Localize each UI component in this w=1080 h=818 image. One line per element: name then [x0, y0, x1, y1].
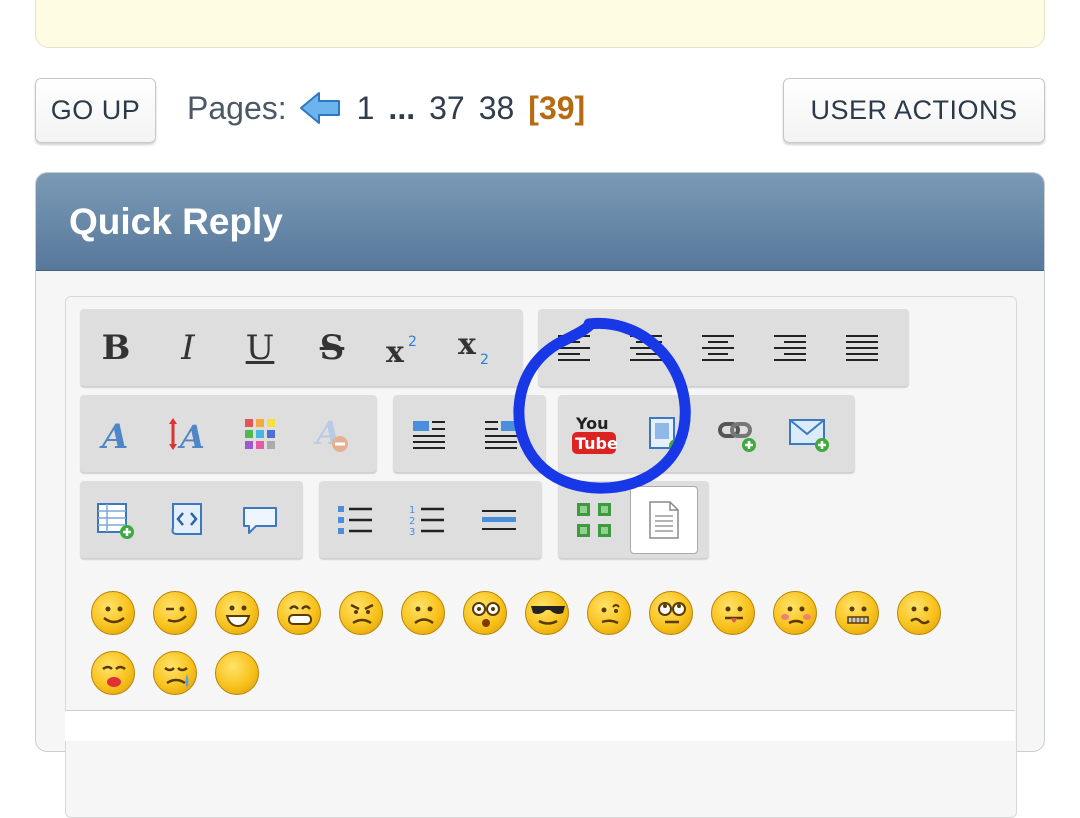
- pages-label: Pages:: [187, 89, 287, 126]
- remove-format-button[interactable]: A: [296, 398, 368, 470]
- message-textarea[interactable]: [65, 710, 1015, 741]
- font-size-button[interactable]: A: [152, 398, 224, 470]
- align-right-icon: [774, 334, 806, 361]
- page-ellipsis: ...: [388, 89, 416, 126]
- document-icon: [649, 500, 679, 539]
- notice-box: [35, 0, 1045, 48]
- insert-link-icon: [718, 421, 756, 452]
- bold-button[interactable]: B: [80, 312, 152, 384]
- smiley-lipsrsealed-icon[interactable]: [835, 591, 879, 635]
- smiley-cry-icon[interactable]: [153, 651, 197, 695]
- page-link-38[interactable]: 38: [479, 90, 515, 127]
- svg-text:3: 3: [409, 527, 415, 537]
- superscript-button[interactable]: x2: [368, 312, 440, 384]
- font-size-icon: A: [169, 417, 205, 452]
- current-page: [39]: [528, 89, 586, 126]
- smiley-undecided-icon[interactable]: [897, 591, 941, 635]
- smiley-grin-icon[interactable]: [277, 591, 321, 635]
- insert-quote-icon: [243, 506, 277, 534]
- smiley-rolleyes-icon[interactable]: [649, 591, 693, 635]
- font-face-icon: A: [99, 417, 128, 452]
- italic-button[interactable]: I: [152, 312, 224, 384]
- remove-format-icon: A: [313, 414, 348, 452]
- insert-code-icon: [171, 502, 202, 535]
- insert-quote-button[interactable]: [224, 484, 296, 556]
- quick-reply-title: Quick Reply: [36, 173, 1044, 271]
- subscript-button[interactable]: x2: [440, 312, 512, 384]
- underline-button[interactable]: U: [224, 312, 296, 384]
- annotation-circle-icon: [513, 317, 691, 494]
- font-face-button[interactable]: A: [80, 398, 152, 470]
- svg-text:x: x: [458, 330, 477, 362]
- go-up-button[interactable]: GO UP: [35, 78, 156, 143]
- align-center-icon: [702, 334, 734, 361]
- smiley-cool-icon[interactable]: [525, 591, 569, 635]
- smiley-shocked-icon[interactable]: [463, 591, 507, 635]
- smiley-cheesy-icon[interactable]: [215, 591, 259, 635]
- toggle-preview-icon: [577, 502, 611, 537]
- toolbar-group-insert: [80, 481, 303, 558]
- smiley-angry-icon[interactable]: [339, 591, 383, 635]
- svg-text:2: 2: [409, 516, 415, 527]
- smiley-sad-icon[interactable]: [401, 591, 445, 635]
- smiley-wink-icon[interactable]: [153, 591, 197, 635]
- insert-email-button[interactable]: [774, 398, 846, 470]
- insert-table-icon: [97, 502, 134, 539]
- svg-text:2: 2: [408, 334, 417, 350]
- previous-page-arrow-icon[interactable]: [299, 90, 341, 126]
- smiley-huh-icon[interactable]: [587, 591, 631, 635]
- page-link-1[interactable]: 1: [357, 90, 375, 127]
- align-justify-icon: [846, 334, 878, 361]
- smiley-smile-icon[interactable]: [91, 591, 135, 635]
- bulleted-list-button[interactable]: [319, 484, 391, 556]
- numbered-list-icon: 123: [409, 505, 444, 537]
- float-left-button[interactable]: [393, 398, 465, 470]
- svg-text:A: A: [99, 417, 128, 452]
- strikethrough-button[interactable]: S: [296, 312, 368, 384]
- smiley-blank-icon[interactable]: [215, 651, 259, 695]
- smiley-embarrassed-icon[interactable]: [773, 591, 817, 635]
- user-actions-button[interactable]: USER ACTIONS: [783, 78, 1045, 143]
- svg-text:A: A: [177, 418, 205, 452]
- toolbar-group-font: A A A: [80, 395, 377, 472]
- insert-code-button[interactable]: [152, 484, 224, 556]
- horizontal-rule-icon: [482, 509, 516, 530]
- insert-email-icon: [789, 418, 829, 452]
- toolbar-group-text-style: B I U S x2 x2: [80, 309, 523, 386]
- align-right-button[interactable]: [754, 312, 826, 384]
- bulleted-list-icon: [338, 505, 372, 534]
- subscript-icon: x2: [458, 330, 489, 366]
- font-color-button[interactable]: [224, 398, 296, 470]
- font-color-icon: [245, 418, 275, 449]
- pagination: Pages: 1 ... 37 38 [39]: [187, 84, 585, 132]
- svg-text:x: x: [386, 335, 405, 366]
- page-link-37[interactable]: 37: [429, 90, 465, 127]
- float-left-icon: [413, 420, 445, 449]
- superscript-icon: x2: [386, 334, 417, 366]
- svg-text:1: 1: [409, 505, 415, 516]
- insert-link-button[interactable]: [702, 398, 774, 470]
- align-justify-button[interactable]: [826, 312, 898, 384]
- numbered-list-button[interactable]: 123: [391, 484, 463, 556]
- smiley-kiss-icon[interactable]: [91, 651, 135, 695]
- svg-text:2: 2: [480, 352, 489, 366]
- insert-table-button[interactable]: [80, 484, 152, 556]
- smiley-tongue-icon[interactable]: [711, 591, 755, 635]
